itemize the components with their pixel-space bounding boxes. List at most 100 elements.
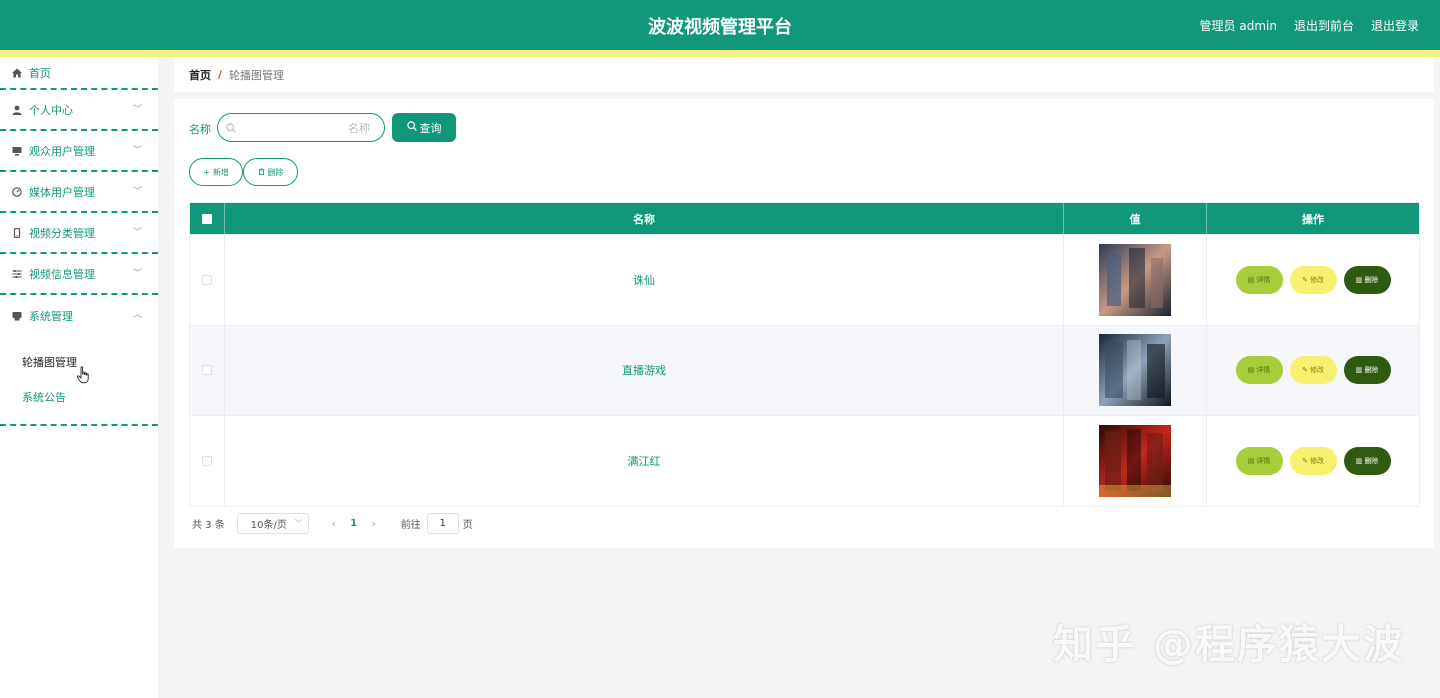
row-name: 诛仙	[225, 235, 1064, 325]
table-header: 名称 值 操作	[190, 203, 1419, 234]
detail-button[interactable]: ▤详情	[1236, 356, 1283, 384]
sidebar-item-label: 系统管理	[29, 308, 73, 324]
trash-icon	[258, 168, 265, 177]
monitor-icon	[12, 146, 22, 156]
trash-icon: ▥	[1356, 457, 1363, 465]
row-checkbox[interactable]	[202, 365, 212, 375]
page-size-value: 10条/页	[251, 516, 287, 531]
user-icon	[12, 105, 22, 115]
sliders-icon	[12, 269, 22, 279]
row-checkbox[interactable]	[202, 275, 212, 285]
pencil-icon: ✎	[1302, 457, 1308, 465]
printer-icon	[12, 311, 22, 321]
back-to-front-link[interactable]: 退出到前台	[1294, 17, 1354, 34]
breadcrumb-current: 轮播图管理	[229, 67, 284, 83]
row-checkbox[interactable]	[202, 456, 212, 466]
pagination: 共 3 条 10条/页 ﹀ ‹ 1 › 前往 页	[192, 513, 473, 534]
sidebar-item-system[interactable]: 系统管理 ︿	[0, 295, 158, 336]
submenu-item-announcement[interactable]: 系统公告	[0, 379, 158, 414]
top-bar: 波波视频管理平台 管理员 admin 退出到前台 退出登录	[0, 0, 1440, 50]
edit-label: 修改	[1310, 275, 1324, 285]
sidebar-item-label: 视频分类管理	[29, 225, 95, 241]
add-button[interactable]: + 新增	[189, 158, 243, 186]
select-all-checkbox[interactable]	[202, 214, 212, 224]
batch-delete-label: 删除	[268, 167, 284, 178]
delete-label: 删除	[1364, 275, 1378, 285]
main-panel: 名称 查询 + 新增 删除 名称 值 操作 诛仙	[174, 99, 1434, 548]
row-image-cell	[1064, 235, 1207, 325]
sidebar-item-label: 媒体用户管理	[29, 184, 95, 200]
header-stripe	[0, 50, 1440, 57]
edit-button[interactable]: ✎修改	[1290, 447, 1337, 475]
detail-label: 详情	[1256, 456, 1270, 466]
chevron-down-icon: ﹀	[133, 143, 142, 156]
row-check-cell	[190, 416, 225, 506]
document-icon: ▤	[1248, 366, 1255, 374]
top-links: 管理员 admin 退出到前台 退出登录	[1200, 17, 1419, 34]
chevron-up-icon: ︿	[133, 307, 142, 320]
edit-label: 修改	[1310, 365, 1324, 375]
row-thumbnail	[1099, 334, 1171, 406]
trash-icon: ▥	[1356, 276, 1363, 284]
edit-button[interactable]: ✎修改	[1290, 266, 1337, 294]
sidebar-item-video-info[interactable]: 视频信息管理 ﹀	[0, 254, 158, 295]
chevron-down-icon: ﹀	[133, 102, 142, 115]
sidebar-item-label: 首页	[29, 65, 51, 81]
home-icon	[12, 68, 22, 78]
detail-button[interactable]: ▤详情	[1236, 447, 1283, 475]
breadcrumb: 首页 / 轮播图管理	[174, 57, 1434, 92]
delete-button[interactable]: ▥删除	[1344, 447, 1391, 475]
pencil-icon: ✎	[1302, 366, 1308, 374]
sidebar-item-home[interactable]: 首页	[0, 57, 158, 90]
phone-icon	[12, 228, 22, 238]
table-row: 诛仙 ▤详情 ✎修改 ▥删除	[190, 234, 1419, 325]
search-label: 名称	[189, 121, 211, 137]
logout-link[interactable]: 退出登录	[1371, 17, 1419, 34]
admin-label[interactable]: 管理员 admin	[1200, 17, 1277, 34]
chevron-down-icon: ﹀	[295, 518, 303, 529]
sidebar-item-personal-center[interactable]: 个人中心 ﹀	[0, 90, 158, 131]
sidebar-item-media-users[interactable]: 媒体用户管理 ﹀	[0, 172, 158, 213]
edit-label: 修改	[1310, 456, 1324, 466]
row-check-cell	[190, 326, 225, 416]
sidebar-item-audience-users[interactable]: 观众用户管理 ﹀	[0, 131, 158, 172]
row-image-cell	[1064, 326, 1207, 416]
chevron-down-icon: ﹀	[133, 225, 142, 238]
delete-button[interactable]: ▥删除	[1344, 266, 1391, 294]
breadcrumb-separator: /	[218, 68, 222, 81]
plus-icon: +	[203, 168, 210, 177]
search-input[interactable]	[242, 118, 370, 138]
trash-icon: ▥	[1356, 366, 1363, 374]
breadcrumb-home[interactable]: 首页	[189, 67, 211, 83]
row-thumbnail	[1099, 425, 1171, 497]
sidebar-item-label: 观众用户管理	[29, 143, 95, 159]
sidebar-item-label: 视频信息管理	[29, 266, 95, 282]
delete-button[interactable]: ▥删除	[1344, 356, 1391, 384]
detail-button[interactable]: ▤详情	[1236, 266, 1283, 294]
edit-button[interactable]: ✎修改	[1290, 356, 1337, 384]
sidebar-item-video-category[interactable]: 视频分类管理 ﹀	[0, 213, 158, 254]
batch-delete-button[interactable]: 删除	[243, 158, 298, 186]
data-table: 名称 值 操作 诛仙 ▤详情 ✎修改 ▥删除	[189, 202, 1420, 507]
prev-page-button[interactable]: ‹	[325, 517, 343, 530]
goto-label: 前往	[401, 516, 421, 531]
detail-label: 详情	[1256, 275, 1270, 285]
row-name: 满江红	[225, 416, 1064, 506]
page-size-select[interactable]: 10条/页 ﹀	[237, 513, 309, 534]
pagination-total: 共 3 条	[192, 516, 225, 531]
column-header-value: 值	[1064, 203, 1207, 234]
row-image-cell	[1064, 416, 1207, 506]
goto-page-input[interactable]	[427, 513, 459, 534]
query-button[interactable]: 查询	[392, 113, 456, 142]
row-name: 直播游戏	[225, 326, 1064, 416]
next-page-button[interactable]: ›	[365, 517, 383, 530]
row-actions-cell: ▤详情 ✎修改 ▥删除	[1207, 416, 1419, 506]
row-actions-cell: ▤详情 ✎修改 ▥删除	[1207, 326, 1419, 416]
page-unit-label: 页	[463, 516, 473, 531]
column-header-actions: 操作	[1207, 203, 1419, 234]
gauge-icon	[12, 187, 22, 197]
row-actions-cell: ▤详情 ✎修改 ▥删除	[1207, 235, 1419, 325]
query-button-label: 查询	[420, 120, 442, 136]
page-number[interactable]: 1	[343, 518, 365, 529]
add-button-label: 新增	[213, 167, 229, 178]
